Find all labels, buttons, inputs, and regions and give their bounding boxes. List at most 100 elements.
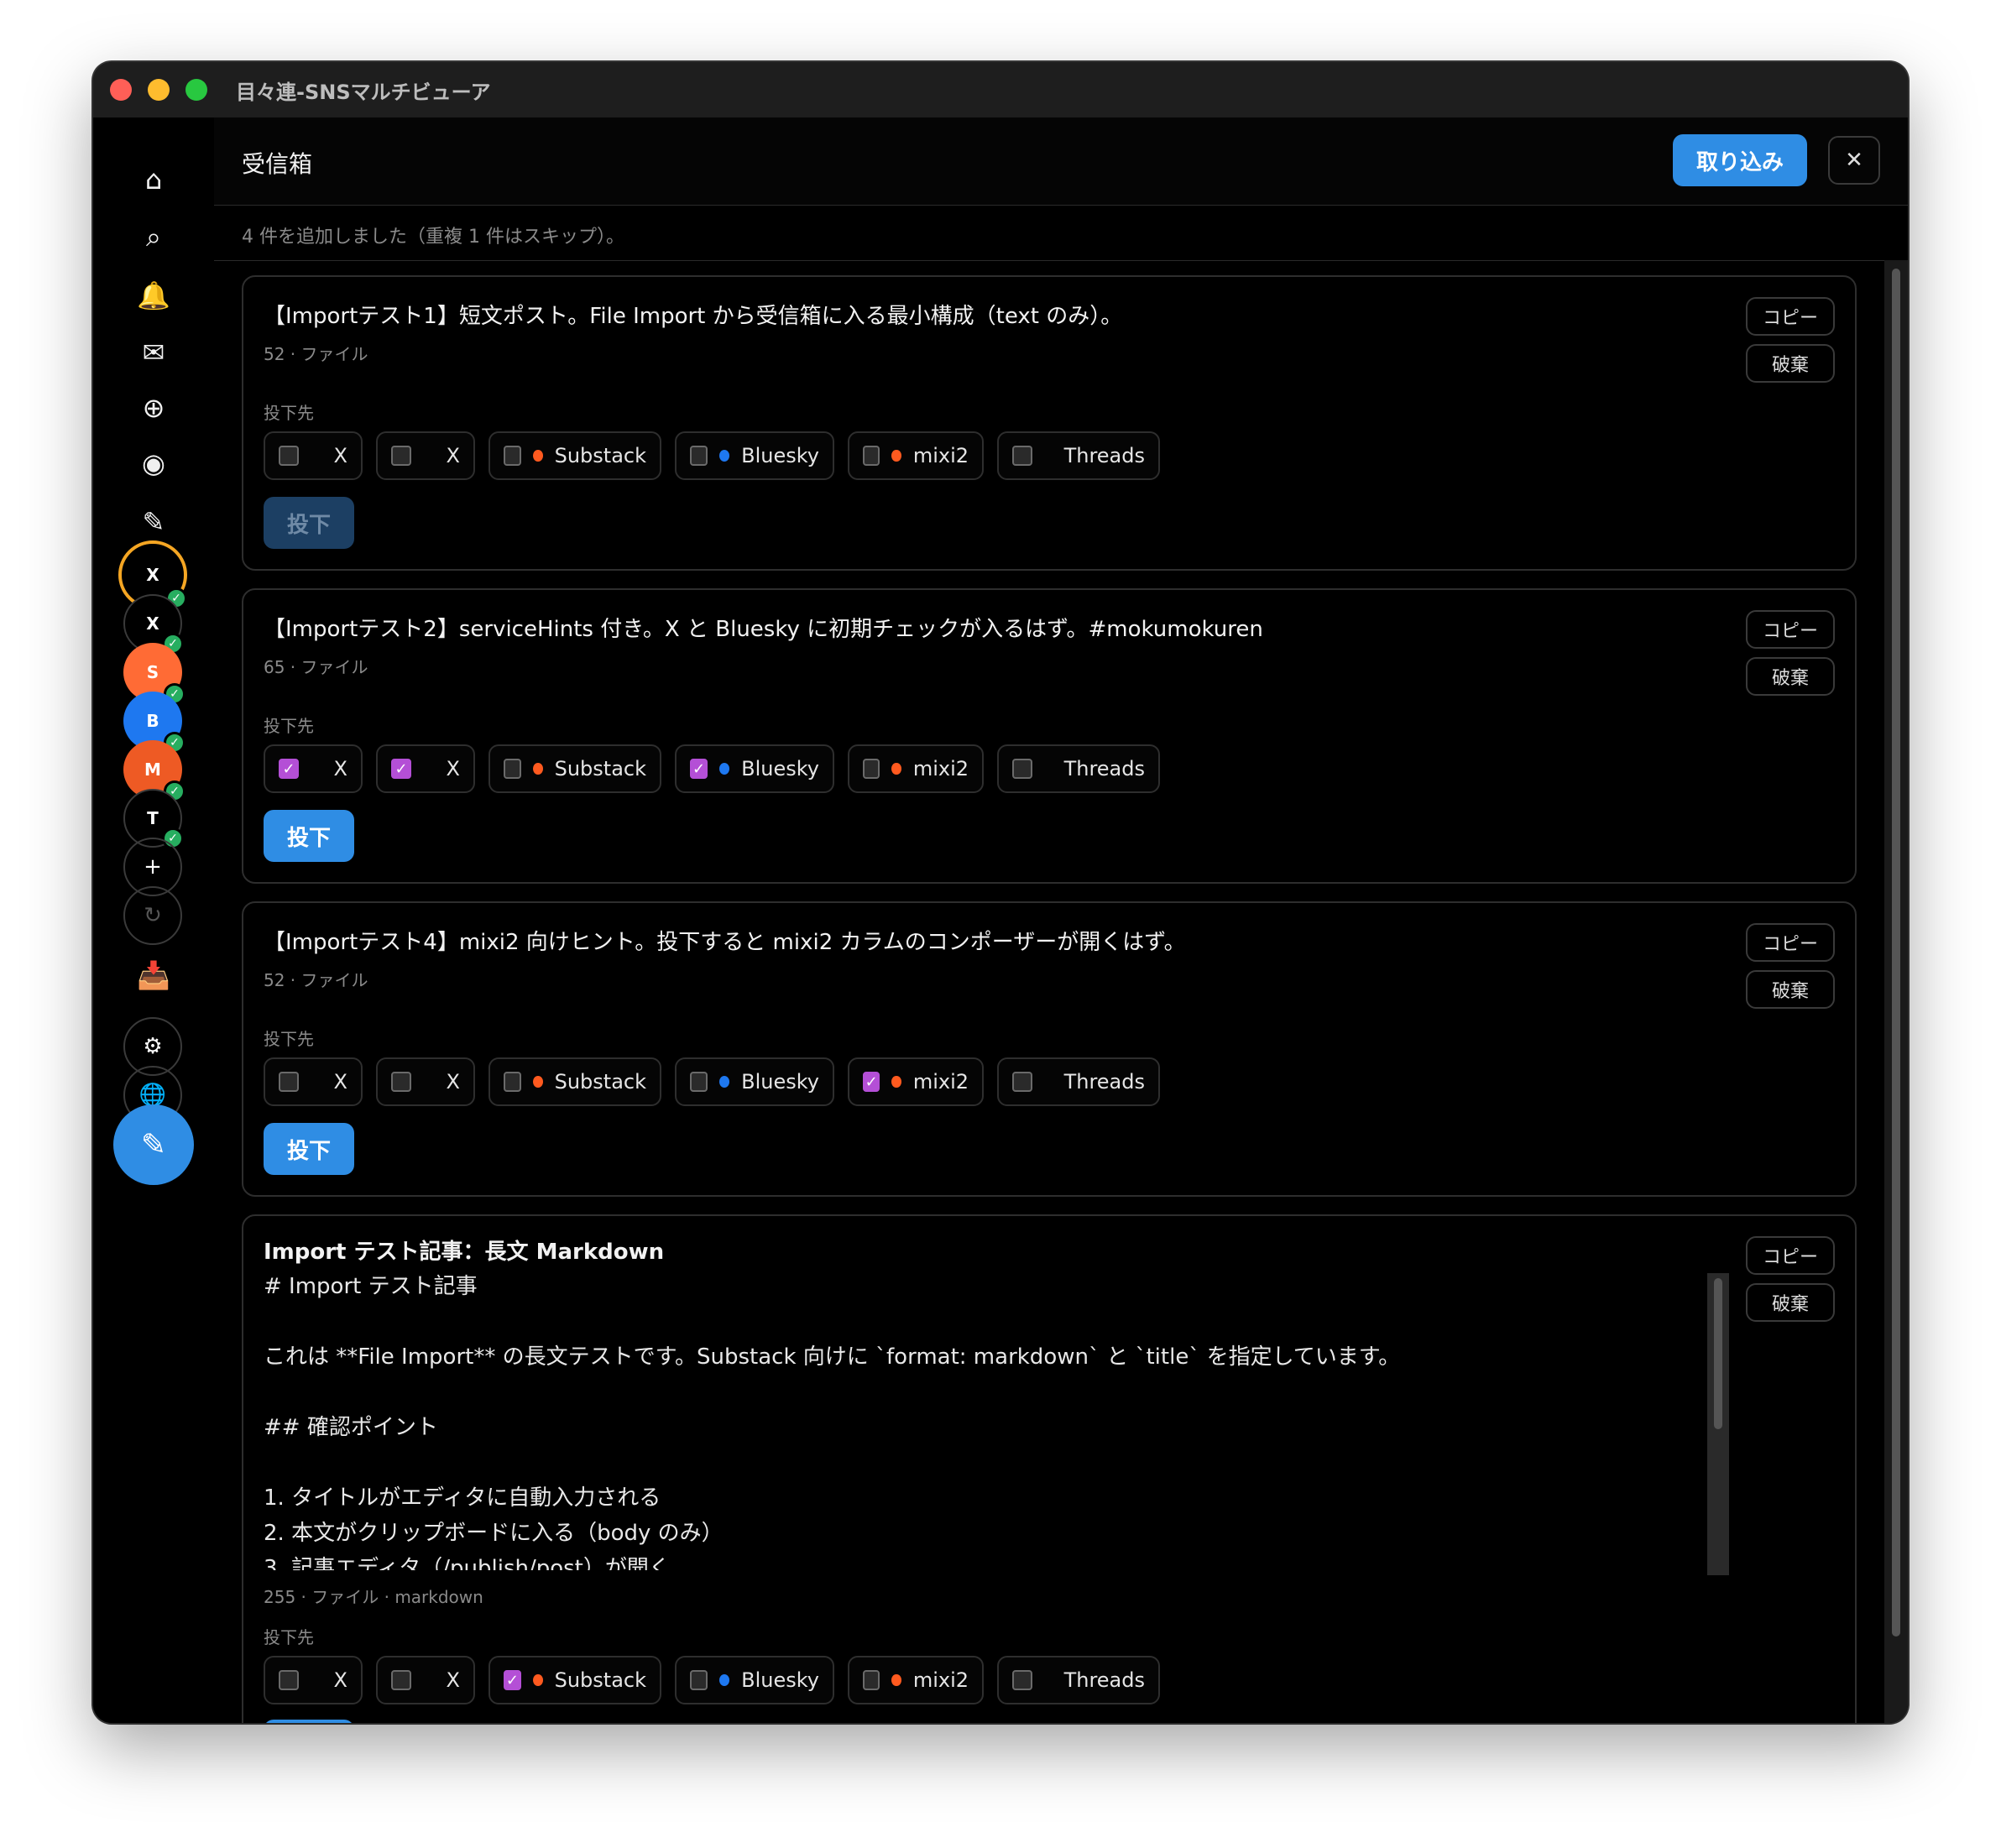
account-initial: M (144, 760, 161, 780)
chip-label: Bluesky (741, 1070, 819, 1094)
destination-chip-x[interactable]: ✓ X (376, 744, 475, 793)
pencil-icon[interactable]: ✎ (128, 497, 179, 547)
destination-chip-substack[interactable]: Substack (488, 744, 661, 793)
service-dot-icon (532, 1674, 543, 1686)
destination-chip-threads[interactable]: Threads (997, 1057, 1160, 1106)
checkbox[interactable] (391, 1670, 411, 1690)
destination-label: 投下先 (264, 1627, 314, 1647)
chip-label: X (333, 1668, 347, 1692)
destination-chip-mixi2[interactable]: mixi2 (848, 744, 984, 793)
checkbox[interactable] (690, 1072, 708, 1092)
item-meta: 65 · ファイル (264, 657, 368, 677)
drop-button[interactable]: 投下 (264, 1720, 354, 1723)
inbox-item: 【Importテスト4】mixi2 向けヒント。投下すると mixi2 カラムの… (242, 901, 1857, 1197)
checkbox[interactable] (863, 1670, 880, 1690)
destination-chip-x[interactable]: X (376, 431, 475, 480)
home-icon[interactable]: ⌂ (128, 154, 179, 205)
destination-chip-threads[interactable]: Threads (997, 744, 1160, 793)
destination-chip-x[interactable]: X (376, 1057, 475, 1106)
destination-chip-mixi2[interactable]: ✓ mixi2 (848, 1057, 984, 1106)
destination-chip-bluesky[interactable]: Bluesky (675, 431, 834, 480)
checkbox[interactable] (279, 1670, 299, 1690)
destination-chip-substack[interactable]: Substack (488, 431, 661, 480)
checkbox[interactable] (279, 1072, 299, 1092)
destination-chip-x[interactable]: X (376, 1656, 475, 1704)
checkbox[interactable]: ✓ (279, 759, 299, 779)
chip-label: Threads (1063, 444, 1145, 467)
destination-chip-x[interactable]: X (264, 1656, 363, 1704)
checkbox[interactable] (863, 446, 880, 466)
inbox-scrollbar-thumb[interactable] (1892, 269, 1900, 1637)
checkbox[interactable] (279, 446, 299, 466)
destination-chip-threads[interactable]: Threads (997, 1656, 1160, 1704)
checkbox[interactable] (690, 1670, 708, 1690)
checkbox[interactable] (391, 446, 411, 466)
checkbox[interactable] (1012, 759, 1032, 779)
destination-chip-threads[interactable]: Threads (997, 431, 1160, 480)
destination-chip-bluesky[interactable]: ✓ Bluesky (675, 744, 834, 793)
drop-button[interactable]: 投下 (264, 1123, 354, 1175)
checkbox[interactable] (504, 446, 521, 466)
checkbox[interactable] (1012, 446, 1032, 466)
drop-button[interactable]: 投下 (264, 810, 354, 862)
discard-button[interactable]: 破棄 (1746, 970, 1835, 1009)
compose-button[interactable]: ✎ (113, 1104, 194, 1185)
account-initial: X (146, 613, 159, 634)
checkbox[interactable] (1012, 1670, 1032, 1690)
service-dot-icon (891, 450, 901, 462)
destination-chip-mixi2[interactable]: mixi2 (848, 431, 984, 480)
mail-icon[interactable]: ✉ (128, 327, 179, 378)
discard-button[interactable]: 破棄 (1746, 344, 1835, 383)
checkbox[interactable]: ✓ (504, 1670, 521, 1690)
checkbox[interactable]: ✓ (391, 759, 411, 779)
destination-chip-bluesky[interactable]: Bluesky (675, 1656, 834, 1704)
drop-button[interactable]: 投下 (264, 497, 354, 549)
inbox-header: 受信箱 取り込み ✕ (214, 117, 1908, 206)
item-meta: 52 · ファイル (264, 344, 368, 364)
destination-label: 投下先 (264, 1029, 314, 1049)
copy-button[interactable]: コピー (1746, 923, 1835, 962)
inbox-scrollbar[interactable] (1884, 260, 1908, 1723)
checkbox[interactable] (504, 759, 521, 779)
destination-chip-bluesky[interactable]: Bluesky (675, 1057, 834, 1106)
bell-icon[interactable]: 🔔 (128, 270, 179, 321)
article-scrollbar-thumb[interactable] (1714, 1278, 1722, 1429)
checkbox[interactable] (1012, 1072, 1032, 1092)
checkbox[interactable] (690, 446, 708, 466)
article-scrollbar[interactable] (1707, 1273, 1729, 1575)
item-text: 【Importテスト1】短文ポスト。File Import から受信箱に入る最小… (264, 304, 1123, 329)
minimize-window-button[interactable] (148, 79, 170, 101)
destination-chip-x[interactable]: X (264, 431, 363, 480)
checkbox[interactable] (863, 759, 880, 779)
destination-chip-substack[interactable]: ✓ Substack (488, 1656, 661, 1704)
discard-button[interactable]: 破棄 (1746, 1283, 1835, 1322)
checkbox[interactable] (391, 1072, 411, 1092)
checkbox[interactable] (504, 1072, 521, 1092)
copy-button[interactable]: コピー (1746, 1236, 1835, 1275)
article-preview[interactable]: Import テスト記事：長文 Markdown # Import テスト記事 こ… (264, 1235, 1741, 1570)
copy-button[interactable]: コピー (1746, 610, 1835, 649)
checkbox[interactable]: ✓ (690, 759, 708, 779)
destination-chip-x[interactable]: ✓ X (264, 744, 363, 793)
title-bar: 目々連-SNSマルチビューア (93, 62, 1908, 118)
checkbox[interactable]: ✓ (863, 1072, 880, 1092)
service-dot-icon (719, 1674, 730, 1686)
inbox-icon[interactable]: 📥 (128, 950, 179, 1000)
close-window-button[interactable] (110, 79, 132, 101)
discard-button[interactable]: 破棄 (1746, 657, 1835, 696)
copy-button[interactable]: コピー (1746, 297, 1835, 336)
record-icon[interactable]: ◉ (128, 438, 179, 488)
destination-chip-x[interactable]: X (264, 1057, 363, 1106)
zoom-window-button[interactable] (185, 79, 207, 101)
chip-label: X (446, 757, 460, 780)
globe-add-icon[interactable]: ⊕ (128, 383, 179, 433)
destination-chip-substack[interactable]: Substack (488, 1057, 661, 1106)
close-icon[interactable]: ✕ (1828, 136, 1880, 185)
import-button[interactable]: 取り込み (1673, 134, 1807, 186)
chip-label: Threads (1063, 1668, 1145, 1692)
inbox-item: 【Importテスト1】短文ポスト。File Import から受信箱に入る最小… (242, 275, 1857, 571)
search-icon[interactable]: ⌕ (128, 211, 179, 262)
inbox-item: 【Importテスト2】serviceHints 付き。X と Bluesky … (242, 588, 1857, 884)
destination-chip-mixi2[interactable]: mixi2 (848, 1656, 984, 1704)
refresh-icon[interactable]: ↻ (123, 886, 182, 945)
